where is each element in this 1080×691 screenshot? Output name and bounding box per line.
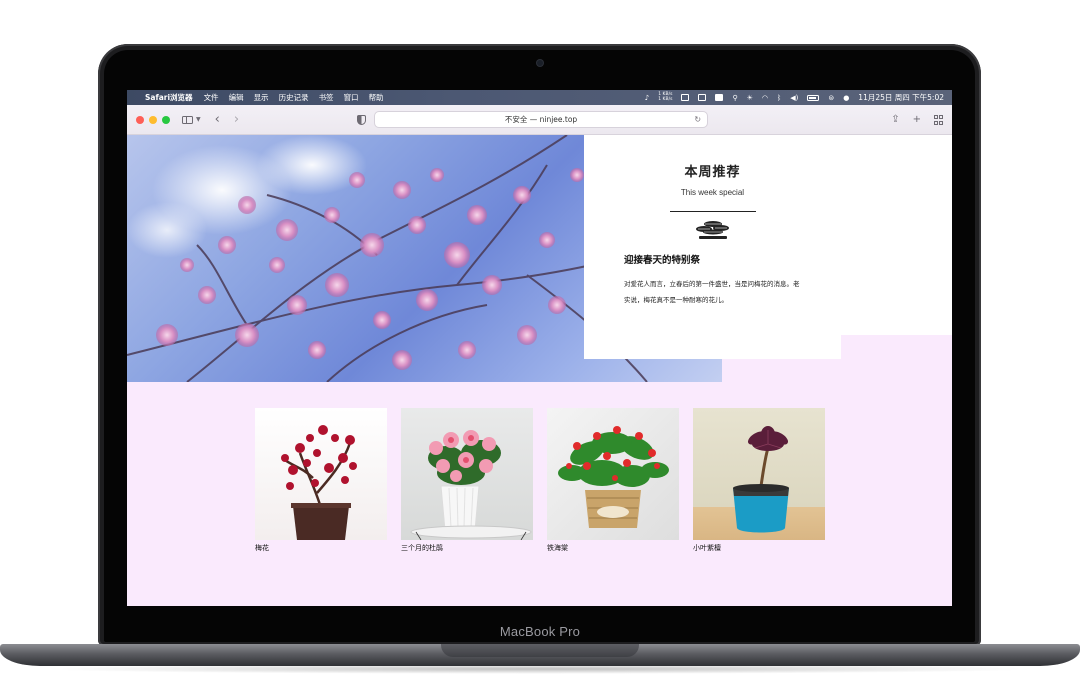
status-area: ♪ 1 KB/s 1 KB/s ⚲ ☀ ◠ ᛒ ◀) ⊜ ● 11月25日 周四… <box>645 92 944 103</box>
product-image-crown-of-thorns[interactable] <box>547 408 679 540</box>
product-card[interactable]: 小叶紫檀 <box>693 408 825 553</box>
product-card[interactable]: 铁海棠 <box>547 408 679 553</box>
product-image-azalea[interactable] <box>401 408 533 540</box>
network-down: 1 KB/s <box>658 96 673 102</box>
control-center-icon[interactable]: ⊜ <box>828 94 834 102</box>
weekly-special-card: 本周推荐 This week special 迎接春天的特别祭 对爱花人而言，立… <box>584 135 841 359</box>
product-name[interactable]: 小叶紫檀 <box>693 543 825 553</box>
screen: Safari浏览器 文件 编辑 显示 历史记录 书签 窗口 帮助 ♪ 1 KB/… <box>127 90 952 606</box>
chevron-down-icon[interactable]: ▼ <box>196 116 201 123</box>
feature-headline: 迎接春天的特别祭 <box>624 255 701 266</box>
base-notch <box>441 644 639 657</box>
web-page: 本周推荐 This week special 迎接春天的特别祭 对爱花人而言，立… <box>127 135 952 606</box>
address-text: 不安全 — ninjee.top <box>504 115 578 124</box>
feature-title: 本周推荐 <box>684 165 741 180</box>
menu-window[interactable]: 窗口 <box>344 92 359 103</box>
new-tab-icon[interactable]: + <box>913 114 921 125</box>
camera-icon <box>537 60 543 66</box>
sidebar-icon[interactable] <box>182 115 193 124</box>
reload-icon[interactable]: ↻ <box>694 115 701 124</box>
product-image-plum[interactable] <box>255 408 387 540</box>
battery-icon[interactable] <box>807 94 820 101</box>
brightness-icon[interactable]: ☀ <box>747 94 753 102</box>
menu-bookmarks[interactable]: 书签 <box>319 92 334 103</box>
menu-view[interactable]: 显示 <box>254 92 269 103</box>
product-card[interactable]: 梅花 <box>255 408 387 553</box>
input-method-icon[interactable] <box>715 94 724 101</box>
wifi-icon[interactable]: ◠ <box>762 94 768 102</box>
minimize-window-button[interactable] <box>149 115 157 124</box>
toolbar-right: ⇪ + <box>891 114 943 125</box>
close-window-button[interactable] <box>136 115 144 124</box>
volume-icon[interactable]: ◀) <box>790 94 798 102</box>
menu-file[interactable]: 文件 <box>204 92 219 103</box>
tab-overview-icon[interactable] <box>934 115 943 125</box>
feature-subtitle: This week special <box>680 188 745 197</box>
product-name[interactable]: 三个月的杜鹃 <box>401 543 533 553</box>
menu-history[interactable]: 历史记录 <box>279 92 309 103</box>
window-manager-icon[interactable] <box>681 94 690 101</box>
activity-monitor-icon[interactable] <box>698 94 707 101</box>
menu-edit[interactable]: 编辑 <box>229 92 244 103</box>
menu-help[interactable]: 帮助 <box>369 92 384 103</box>
back-icon[interactable]: ‹ <box>215 113 220 126</box>
menu-bar: Safari浏览器 文件 编辑 显示 历史记录 书签 窗口 帮助 ♪ 1 KB/… <box>127 90 952 105</box>
window-controls <box>136 115 170 124</box>
bonsai-icon <box>695 221 729 239</box>
product-name[interactable]: 梅花 <box>255 543 387 553</box>
product-card[interactable]: 三个月的杜鹃 <box>401 408 533 553</box>
privacy-shield-icon[interactable] <box>357 114 367 125</box>
menu-app-name[interactable]: Safari浏览器 <box>145 92 193 103</box>
search-icon[interactable]: ⚲ <box>732 94 737 102</box>
siri-icon[interactable]: ● <box>843 94 849 102</box>
network-speed[interactable]: 1 KB/s 1 KB/s <box>658 92 673 102</box>
forward-icon[interactable]: › <box>234 113 239 126</box>
menu-clock[interactable]: 11月25日 周四 下午5:02 <box>858 92 944 103</box>
share-icon[interactable]: ⇪ <box>891 114 899 125</box>
product-image-aeonium[interactable] <box>693 408 825 540</box>
feature-divider <box>669 211 756 212</box>
device-label: MacBook Pro <box>499 624 581 639</box>
zoom-window-button[interactable] <box>162 115 170 124</box>
product-name[interactable]: 铁海棠 <box>547 543 679 553</box>
bluetooth-icon[interactable]: ᛒ <box>777 94 781 102</box>
address-bar[interactable]: 不安全 — ninjee.top ↻ <box>374 111 709 128</box>
music-icon[interactable]: ♪ <box>645 94 649 102</box>
feature-body: 对爱花人而言，立春后的第一件盛世，当是问梅花的消息。老实说，梅花真不是一种耐寒的… <box>624 280 800 304</box>
browser-toolbar: ▼ ‹ › 不安全 — ninjee.top ↻ ⇪ + <box>127 105 952 135</box>
product-list: 梅花 三个月的杜鹃 铁海棠 小叶紫檀 <box>255 408 825 553</box>
